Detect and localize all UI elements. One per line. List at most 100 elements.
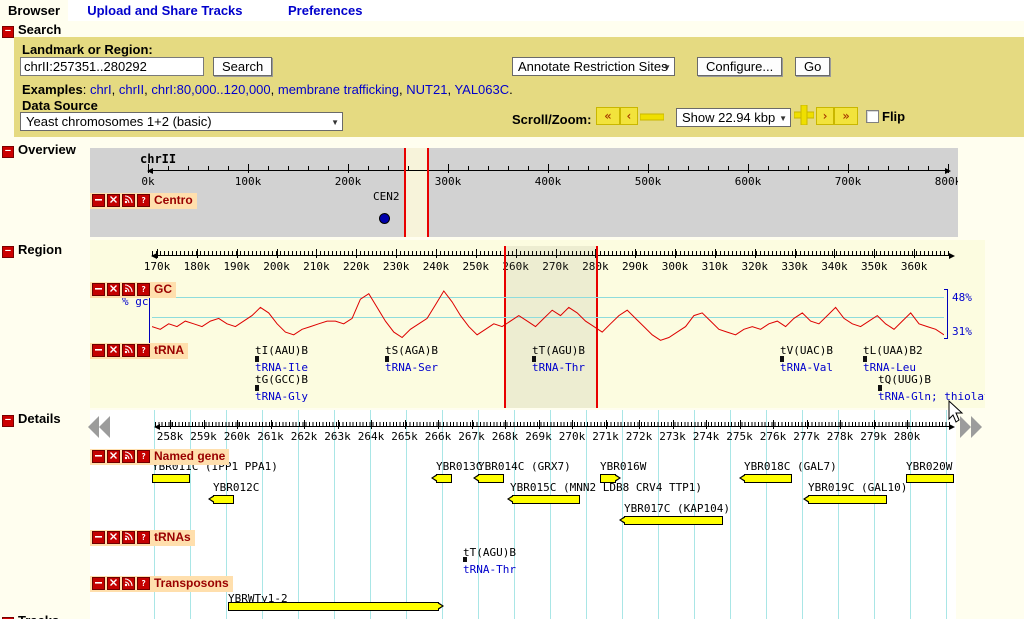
close-icon[interactable] <box>107 283 120 296</box>
ruler-tick-label: 240k <box>423 260 450 273</box>
gene-glyph[interactable] <box>600 474 616 483</box>
example-link[interactable]: YAL063C <box>454 82 509 97</box>
track-title: tRNAs <box>154 530 191 544</box>
gene-glyph[interactable] <box>512 495 580 504</box>
trna-feature-label[interactable]: tS(AGA)B <box>385 344 438 357</box>
centromere-glyph[interactable] <box>379 213 390 224</box>
centromere-label[interactable]: CEN2 <box>373 190 400 203</box>
gene-label[interactable]: YBR018C (GAL7) <box>744 460 837 473</box>
example-link[interactable]: chrI:80,000..120,000 <box>151 82 270 97</box>
zoom-in-icon[interactable] <box>794 105 814 125</box>
feed-icon[interactable] <box>122 531 135 544</box>
data-source-select[interactable]: Yeast chromosomes 1+2 (basic) ▼ <box>20 112 343 131</box>
help-icon[interactable]: ? <box>137 577 150 590</box>
example-link[interactable]: NUT21 <box>406 82 447 97</box>
collapse-icon[interactable] <box>92 344 105 357</box>
zoom-level-select[interactable]: Show 22.94 kbp ▼ <box>676 108 791 127</box>
pan-left-button[interactable]: ‹ <box>620 107 638 125</box>
trna-feature-label[interactable]: tT(AGU)B <box>463 546 516 559</box>
gbrowse-app: Browser Upload and Share Tracks Preference… <box>0 0 1024 619</box>
close-icon[interactable] <box>107 531 120 544</box>
feed-icon[interactable] <box>122 194 135 207</box>
landmark-input[interactable] <box>20 57 204 76</box>
gene-glyph[interactable] <box>744 474 792 483</box>
zoom-out-icon[interactable] <box>640 113 664 121</box>
gene-glyph[interactable] <box>436 474 452 483</box>
gene-glyph[interactable] <box>624 516 723 525</box>
help-icon[interactable]: ? <box>137 531 150 544</box>
feed-icon[interactable] <box>122 344 135 357</box>
annotate-select[interactable]: Annotate Restriction Sites ▼ <box>512 57 675 76</box>
collapse-icon[interactable] <box>92 450 105 463</box>
collapse-icon[interactable] <box>92 531 105 544</box>
ruler-line[interactable] <box>155 426 952 427</box>
close-icon[interactable] <box>107 450 120 463</box>
ruler-tick <box>706 420 707 429</box>
trna-feature-label[interactable]: tI(AAU)B <box>255 344 308 357</box>
gene-glyph[interactable] <box>152 474 190 483</box>
help-icon[interactable]: ? <box>137 450 150 463</box>
pan-far-right-button[interactable]: » <box>834 107 858 125</box>
flip-checkbox[interactable] <box>866 110 879 123</box>
ruler-tick-label: 274k <box>693 430 720 443</box>
tab-upload-and-share-tracks[interactable]: Upload and Share Tracks <box>79 0 250 21</box>
configure-button[interactable]: Configure... <box>697 57 782 76</box>
example-link[interactable]: chrI <box>90 82 112 97</box>
track-title: Transposons <box>154 576 229 590</box>
ruler-tick <box>204 420 205 429</box>
example-link[interactable]: chrII <box>119 82 144 97</box>
trna-feature-label[interactable]: tV(UAC)B <box>780 344 833 357</box>
gene-glyph[interactable] <box>808 495 887 504</box>
gene-label[interactable]: YBR014C (GRX7) <box>478 460 571 473</box>
help-icon[interactable]: ? <box>137 194 150 207</box>
ruler-tick-label: 230k <box>383 260 410 273</box>
example-link[interactable]: membrane trafficking <box>278 82 399 97</box>
collapse-icon[interactable]: – <box>2 415 14 427</box>
search-button[interactable]: Search <box>213 57 272 76</box>
tab-preferences[interactable]: Preferences <box>280 0 370 21</box>
feed-icon[interactable] <box>122 450 135 463</box>
transposon-glyph[interactable] <box>228 602 439 611</box>
trna-feature-glyph[interactable] <box>463 557 467 562</box>
ruler-tick <box>572 420 573 429</box>
gene-glyph[interactable] <box>478 474 504 483</box>
gene-label[interactable]: YBR012C <box>213 481 259 494</box>
close-icon[interactable] <box>107 344 120 357</box>
trna-feature-label[interactable]: tL(UAA)B2 <box>863 344 923 357</box>
gene-label[interactable]: YBR019C (GAL10) <box>808 481 907 494</box>
pan-details-left-icon[interactable] <box>88 416 112 438</box>
trna-feature-label[interactable]: tQ(UUG)B <box>878 373 931 386</box>
chevron-down-icon: ▼ <box>663 63 671 72</box>
gene-label[interactable]: YBR016W <box>600 460 646 473</box>
ruler-tick <box>748 164 749 173</box>
ruler-tick-label: 300k <box>662 260 689 273</box>
close-icon[interactable] <box>107 577 120 590</box>
pan-right-button[interactable]: › <box>816 107 834 125</box>
go-button[interactable]: Go <box>795 57 830 76</box>
trna-feature-label[interactable]: tT(AGU)B <box>532 344 585 357</box>
ruler-tick-label: 262k <box>291 430 318 443</box>
ruler-tick-label: 259k <box>190 430 217 443</box>
close-icon[interactable] <box>107 194 120 207</box>
tab-browser[interactable]: Browser <box>0 0 68 21</box>
gene-label[interactable]: YBR017C (KAP104) <box>624 502 730 515</box>
region-panel[interactable]: 170k180k190k200k210k220k230k240k250k260k… <box>90 240 985 408</box>
help-icon[interactable]: ? <box>137 283 150 296</box>
help-icon[interactable]: ? <box>137 344 150 357</box>
collapse-icon[interactable] <box>92 577 105 590</box>
collapse-icon[interactable] <box>92 194 105 207</box>
collapse-icon[interactable]: – <box>2 26 14 38</box>
gene-glyph[interactable] <box>906 474 954 483</box>
overview-panel[interactable]: chrII 0k100k200k300k400k500k600k700k800k… <box>90 148 958 237</box>
collapse-icon[interactable]: – <box>2 146 14 158</box>
collapse-icon[interactable]: – <box>2 246 14 258</box>
section-label: Details <box>18 411 61 426</box>
feed-icon[interactable] <box>122 283 135 296</box>
gene-label[interactable]: YBR020W (GAL1 <box>906 460 956 473</box>
trna-feature-label[interactable]: tG(GCC)B <box>255 373 308 386</box>
feed-icon[interactable] <box>122 577 135 590</box>
collapse-icon[interactable] <box>92 283 105 296</box>
gene-label[interactable]: YBR013C <box>436 460 482 473</box>
gene-glyph[interactable] <box>213 495 234 504</box>
pan-far-left-button[interactable]: « <box>596 107 620 125</box>
